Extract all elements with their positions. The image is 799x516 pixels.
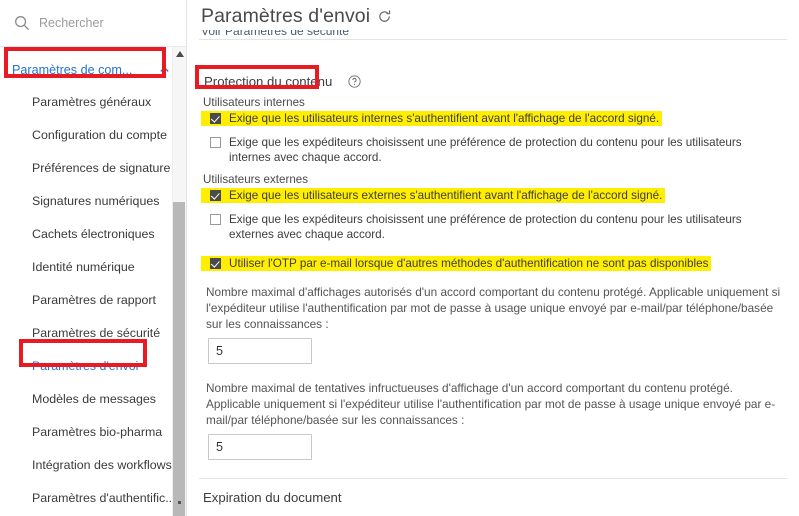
sidebar-item-label: Paramètres d'envoi xyxy=(32,358,139,373)
sidebar-item-configuration-du-compte[interactable]: Configuration du compte xyxy=(0,118,186,151)
search-input[interactable] xyxy=(39,16,169,30)
sidebar-scrollbar[interactable] xyxy=(172,47,186,516)
sidebar-item-label: Paramètres de sécurité xyxy=(32,325,161,340)
sidebar: Paramètres de com... Paramètres généraux… xyxy=(0,0,187,516)
page-title: Paramètres d'envoi xyxy=(201,4,371,27)
settings-content: Protection du contenu Utilisateurs inter… xyxy=(187,32,799,516)
chevron-up-icon xyxy=(160,66,169,72)
settings-page: Paramètres de com... Paramètres généraux… xyxy=(0,0,799,516)
sidebar-item-label: Identité numérique xyxy=(32,259,135,274)
sidebar-item-label: Préférences de signature xyxy=(32,160,171,175)
sidebar-item-label: Paramètres d'authentific... xyxy=(32,490,176,505)
sidebar-item-parametres-de-securite[interactable]: Paramètres de sécurité xyxy=(0,316,186,349)
option-label: Utiliser l'OTP par e-mail lorsque d'autr… xyxy=(229,257,709,270)
option-internal-sender-preference[interactable]: Exige que les expéditeurs choisissent un… xyxy=(201,135,785,165)
sidebar-item-preferences-de-signature[interactable]: Préférences de signature xyxy=(0,151,186,184)
section-title-document-expiration: Expiration du document xyxy=(203,490,342,505)
checkbox-external-sender-preference[interactable] xyxy=(210,214,221,225)
sidebar-item-modeles-de-messages[interactable]: Modèles de messages xyxy=(0,382,186,415)
sidebar-item-integration-des-workflows[interactable]: Intégration des workflows xyxy=(0,448,186,481)
option-label: Exige que les expéditeurs choisissent un… xyxy=(229,213,742,241)
sidebar-item-cachets-electroniques[interactable]: Cachets électroniques xyxy=(0,217,186,250)
document-expiration-section: Expiration du document Activer l'expirat… xyxy=(201,490,785,516)
option-label: Exige que les utilisateurs externes s'au… xyxy=(229,189,663,202)
checkbox-external-authenticate[interactable] xyxy=(210,190,221,201)
label-external-users: Utilisateurs externes xyxy=(203,173,309,186)
sidebar-item-label: Intégration des workflows xyxy=(32,457,172,472)
checkbox-internal-authenticate[interactable] xyxy=(210,113,221,124)
sidebar-item-label: Cachets électroniques xyxy=(32,226,155,241)
sidebar-item-parametres-bio-pharma[interactable]: Paramètres bio-pharma xyxy=(0,415,186,448)
checkbox-internal-sender-preference[interactable] xyxy=(210,137,221,148)
option-label: Exige que les expéditeurs choisissent un… xyxy=(229,136,742,164)
option-internal-authenticate[interactable]: Exige que les utilisateurs internes s'au… xyxy=(201,111,785,129)
sidebar-item-signatures-numeriques[interactable]: Signatures numériques xyxy=(0,184,186,217)
scrollbar-end-dot xyxy=(178,501,181,504)
sidebar-item-parametres-de-rapport[interactable]: Paramètres de rapport xyxy=(0,283,186,316)
search-icon xyxy=(15,16,30,31)
description-max-views: Nombre maximal d'affichages autorisés d'… xyxy=(206,285,781,331)
sidebar-nav: Paramètres de com... Paramètres généraux… xyxy=(0,47,186,516)
sidebar-item-parametres-generaux[interactable]: Paramètres généraux xyxy=(0,85,186,118)
option-email-otp[interactable]: Utiliser l'OTP par e-mail lorsque d'autr… xyxy=(201,256,785,274)
sidebar-group-communication-settings[interactable]: Paramètres de com... xyxy=(0,54,186,85)
sidebar-group-label: Paramètres de com... xyxy=(12,62,133,77)
content-protection-section: Protection du contenu Utilisateurs inter… xyxy=(201,50,785,460)
sidebar-item-parametres-denvoi[interactable]: Paramètres d'envoi xyxy=(0,349,186,382)
sidebar-item-label: Configuration du compte xyxy=(32,127,168,142)
search-box[interactable] xyxy=(0,0,186,47)
scroll-up-arrow-icon[interactable] xyxy=(175,49,185,59)
checkbox-email-otp[interactable] xyxy=(210,258,221,269)
help-icon[interactable] xyxy=(348,75,361,88)
sidebar-item-parametres-dauthentification[interactable]: Paramètres d'authentific... xyxy=(0,481,186,514)
sidebar-item-identite-numerique[interactable]: Identité numérique xyxy=(0,250,186,283)
sidebar-item-label: Signatures numériques xyxy=(32,193,160,208)
input-max-attempts[interactable] xyxy=(208,434,312,460)
option-external-authenticate[interactable]: Exige que les utilisateurs externes s'au… xyxy=(201,188,785,206)
section-title-content-protection: Protection du contenu xyxy=(204,74,333,89)
main-panel: Paramètres d'envoi Voir Paramètres de sé… xyxy=(187,0,799,516)
option-label: Exige que les utilisateurs internes s'au… xyxy=(229,112,660,125)
description-max-attempts: Nombre maximal de tentatives infructueus… xyxy=(206,381,776,427)
sidebar-item-label: Paramètres bio-pharma xyxy=(32,424,163,439)
sidebar-item-label: Paramètres de rapport xyxy=(32,292,156,307)
label-internal-users: Utilisateurs internes xyxy=(203,96,305,109)
refresh-icon[interactable] xyxy=(377,9,392,24)
page-header: Paramètres d'envoi xyxy=(187,0,799,32)
input-max-views[interactable] xyxy=(208,338,312,364)
section-divider xyxy=(199,478,787,479)
option-external-sender-preference[interactable]: Exige que les expéditeurs choisissent un… xyxy=(201,212,785,242)
sidebar-scrollbar-thumb[interactable] xyxy=(173,202,185,516)
sidebar-item-label: Paramètres généraux xyxy=(32,94,152,109)
sidebar-item-label: Modèles de messages xyxy=(32,391,156,406)
